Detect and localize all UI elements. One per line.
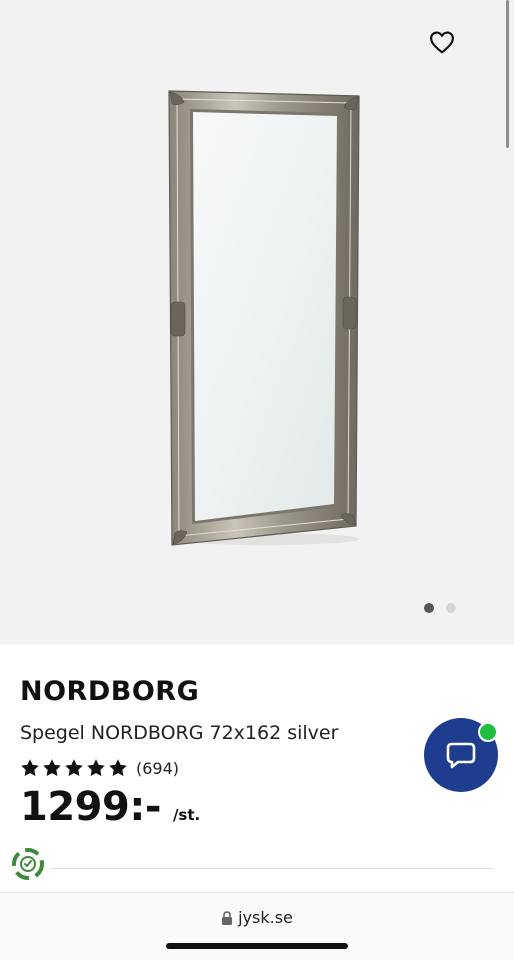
star-icon bbox=[65, 759, 83, 776]
scroll-indicator bbox=[506, 0, 509, 148]
product-name: Spegel NORDBORG 72x162 silver bbox=[20, 722, 339, 744]
eco-recycle-icon bbox=[12, 848, 44, 880]
star-icon bbox=[43, 759, 61, 776]
product-price: 1299:- bbox=[20, 784, 161, 830]
lock-icon bbox=[222, 910, 233, 925]
rating-stars bbox=[20, 758, 128, 778]
gallery-dot-1[interactable] bbox=[424, 603, 434, 613]
favorite-button[interactable] bbox=[426, 26, 458, 58]
gallery-dot-2[interactable] bbox=[446, 603, 456, 613]
star-icon bbox=[87, 759, 105, 776]
review-count[interactable]: (694) bbox=[136, 759, 179, 778]
product-image-gallery[interactable] bbox=[0, 0, 514, 645]
product-rating[interactable]: (694) bbox=[20, 758, 179, 778]
product-image-mirror bbox=[168, 90, 360, 546]
home-indicator[interactable] bbox=[166, 943, 348, 949]
url-text: jysk.se bbox=[238, 908, 293, 927]
url-display[interactable]: jysk.se bbox=[0, 908, 514, 927]
online-status-indicator bbox=[478, 722, 498, 742]
chat-bubble-icon bbox=[446, 742, 476, 769]
price-unit: /st. bbox=[172, 806, 201, 824]
browser-address-bar: jysk.se bbox=[0, 892, 514, 960]
gallery-pagination[interactable] bbox=[424, 603, 456, 613]
star-icon bbox=[21, 759, 39, 776]
heart-outline-icon bbox=[430, 31, 454, 54]
section-divider bbox=[50, 868, 494, 869]
star-icon bbox=[109, 759, 127, 776]
price-row: 1299:- /st. bbox=[20, 784, 200, 830]
product-brand: NORDBORG bbox=[20, 676, 200, 707]
